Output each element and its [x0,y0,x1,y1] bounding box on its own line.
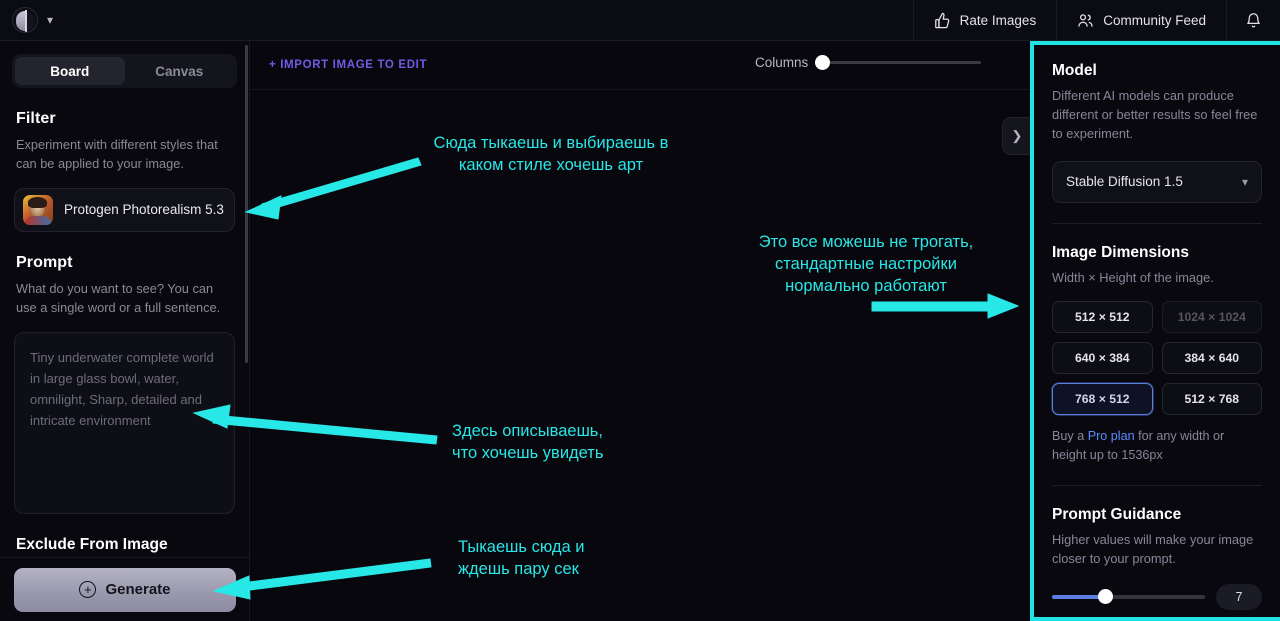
dimension-option[interactable]: 512 × 512 [1052,300,1153,333]
generate-bar: + Generate [0,557,249,621]
chevron-right-icon: ❯ [1011,128,1023,143]
brand-menu[interactable]: ▾ [0,7,53,33]
pro-note-before: Buy a [1052,428,1088,443]
columns-slider-knob[interactable] [815,54,831,70]
tab-canvas-label: Canvas [155,63,204,79]
center-toolbar: + IMPORT IMAGE TO EDIT Columns [250,41,1030,90]
community-feed-label: Community Feed [1103,12,1206,28]
filter-title: Filter [16,110,56,127]
app-root: ▾ Rate Images Community Feed Board Canva… [0,0,1280,621]
bell-icon [1247,12,1260,27]
prompt-input[interactable]: Tiny underwater complete world in large … [14,331,235,514]
top-bar-actions: Rate Images Community Feed [912,0,1280,41]
import-image-link[interactable]: + IMPORT IMAGE TO EDIT [269,59,427,71]
settings-panel: Model Different AI models can produce di… [1030,41,1280,621]
community-feed-button[interactable]: Community Feed [1056,0,1226,41]
model-description: Different AI models can produce differen… [1052,88,1258,142]
divider [1052,484,1262,486]
model-title: Model [1052,62,1097,79]
dimension-option[interactable]: 384 × 640 [1161,341,1262,374]
rate-images-label: Rate Images [959,12,1037,28]
generate-button-label: Generate [105,581,171,598]
people-icon [1078,13,1093,27]
filter-description: Experiment with different styles that ca… [16,137,218,172]
divider [1052,222,1262,224]
tab-board[interactable]: Board [15,57,125,85]
dimension-option-label: 384 × 640 [1184,350,1240,365]
dimension-option-label: 640 × 384 [1074,350,1130,365]
prompt-title: Prompt [16,253,73,271]
exclude-from-image-title: Exclude From Image [16,535,168,553]
prompt-guidance-description: Higher values will make your image close… [1052,531,1254,566]
left-sidebar: Board Canvas Filter Experiment with diff… [0,41,250,621]
prompt-guidance-slider[interactable] [1052,589,1205,605]
expand-panel-button[interactable]: ❯ [1002,117,1031,155]
image-dimensions-title: Image Dimensions [1052,243,1189,261]
dimension-option-label: 512 × 768 [1184,391,1240,406]
dimension-option-selected[interactable]: 768 × 512 [1052,382,1153,415]
pro-plan-note: Buy a Pro plan for any width or height u… [1052,427,1262,465]
tab-board-label: Board [50,63,90,79]
dimension-option-label: 512 × 512 [1074,309,1130,324]
prompt-guidance-slider-knob[interactable] [1097,589,1113,605]
columns-control: Columns [755,54,982,70]
dimension-option[interactable]: 512 × 768 [1161,382,1262,415]
sidebar-scrollbar[interactable] [245,45,248,363]
center-canvas: + IMPORT IMAGE TO EDIT Columns ❯ [250,41,1031,621]
board-canvas-tabs: Board Canvas [12,54,237,88]
plus-circle-icon: + [79,581,97,598]
notifications-button[interactable] [1226,0,1280,41]
chevron-down-icon[interactable]: ▾ [47,14,53,26]
dimension-option-label: 768 × 512 [1074,391,1130,406]
top-bar: ▾ Rate Images Community Feed [0,0,1280,41]
generate-button[interactable]: + Generate [14,567,236,612]
prompt-guidance-value: 7 [1216,583,1262,610]
dimension-option-label: 1024 × 1024 [1177,309,1246,324]
columns-label: Columns [755,55,809,70]
thumbs-up-icon [934,12,949,28]
prompt-guidance-title: Prompt Guidance [1052,505,1182,523]
model-select-value: Stable Diffusion 1.5 [1066,174,1183,190]
filter-selected-label: Protogen Photorealism 5.3 [64,202,224,218]
chevron-down-icon: ▾ [1241,174,1248,189]
dimension-option[interactable]: 640 × 384 [1052,341,1153,374]
pro-plan-link[interactable]: Pro plan [1088,429,1135,443]
dimension-options: 512 × 512 1024 × 1024 640 × 384 384 × 64… [1052,300,1262,415]
dimension-option[interactable]: 1024 × 1024 [1161,300,1262,333]
image-dimensions-description: Width × Height of the image. [1052,269,1214,285]
prompt-guidance-control: 7 [1052,583,1262,610]
columns-slider[interactable] [815,54,982,70]
rate-images-button[interactable]: Rate Images [912,0,1057,41]
model-select[interactable]: Stable Diffusion 1.5 ▾ [1052,160,1262,203]
filter-thumbnail-image [23,194,53,225]
filter-selected-card[interactable]: Protogen Photorealism 5.3 [14,187,235,232]
prompt-description: What do you want to see? You can use a s… [16,280,221,316]
tab-canvas[interactable]: Canvas [125,57,235,85]
app-logo-icon [12,7,38,33]
